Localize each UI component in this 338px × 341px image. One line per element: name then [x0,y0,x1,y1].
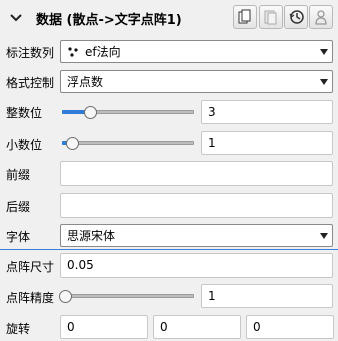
dot-precision-slider[interactable] [62,294,194,298]
paste-icon [264,10,277,25]
prefix-input[interactable] [60,161,333,186]
dec-digits-slider[interactable] [62,141,194,145]
rotation-label: 旋转 [6,322,31,336]
user-button[interactable] [309,5,333,29]
copy-button[interactable] [233,5,257,29]
scatter-dots-icon [68,47,78,57]
rotation-x-input[interactable]: 0 [60,315,148,339]
font-select[interactable]: 思源宋体 [60,224,333,247]
int-digits-input[interactable]: 3 [201,100,333,124]
dec-digits-label: 小数位 [6,138,43,152]
format-label: 格式控制 [6,76,55,90]
dot-precision-input[interactable]: 1 [201,284,333,308]
prefix-label: 前缀 [6,168,31,182]
format-value: 浮点数 [67,75,104,89]
dec-digits-input[interactable]: 1 [201,131,333,155]
dropdown-arrow-icon [320,233,328,239]
suffix-input[interactable] [60,193,333,218]
section-header: 数据 (散点->文字点阵1) [0,0,338,36]
section-title: 数据 (散点->文字点阵1) [36,13,182,28]
suffix-label: 后缀 [6,200,31,214]
int-digits-slider-thumb[interactable] [84,106,97,119]
font-label: 字体 [6,230,31,244]
label-series-label: 标注数列 [6,46,55,60]
focus-divider [0,249,338,250]
history-button[interactable] [284,5,308,29]
dec-digits-slider-thumb[interactable] [66,137,79,150]
chevron-down-icon[interactable] [8,9,24,25]
dot-size-input[interactable]: 0.05 [60,253,333,278]
rotation-z-input[interactable]: 0 [246,315,334,339]
dot-precision-slider-thumb[interactable] [59,290,72,303]
paste-button[interactable] [259,5,283,29]
dropdown-arrow-icon [320,79,328,85]
format-select[interactable]: 浮点数 [60,70,333,93]
copy-icon [238,9,251,24]
font-value: 思源宋体 [67,229,116,243]
int-digits-label: 整数位 [6,106,43,120]
user-icon [315,10,327,25]
dot-size-label: 点阵尺寸 [6,260,55,274]
property-panel: 数据 (散点->文字点阵1) 标注数列 ef法向 格式控制 浮点数 整数位 3 … [0,0,338,341]
history-icon [289,10,304,24]
label-series-select[interactable]: ef法向 [60,40,333,63]
dot-precision-label: 点阵精度 [6,291,55,305]
label-series-value: ef法向 [85,45,121,59]
dropdown-arrow-icon [320,49,328,55]
rotation-y-input[interactable]: 0 [153,315,241,339]
